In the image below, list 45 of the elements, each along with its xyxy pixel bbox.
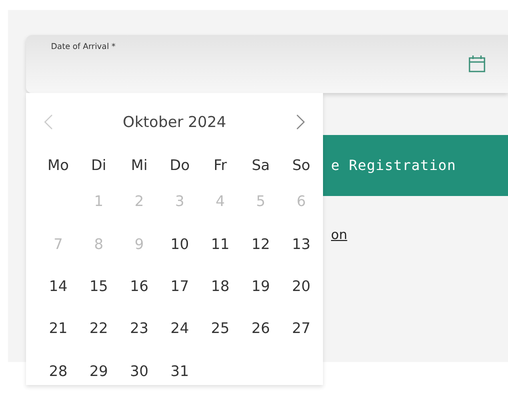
calendar-day: 8 <box>94 223 104 266</box>
date-field[interactable]: Date of Arrival * <box>26 35 508 93</box>
calendar-day[interactable]: 25 <box>211 308 230 351</box>
calendar-day[interactable]: 21 <box>49 308 68 351</box>
next-month-button[interactable] <box>296 114 305 130</box>
calendar-day: 6 <box>296 181 306 224</box>
weekday-label: So <box>292 157 310 176</box>
calendar-day: 2 <box>134 181 144 224</box>
calendar-day[interactable]: 11 <box>211 223 230 266</box>
field-label: Date of Arrival * <box>51 42 116 51</box>
calendar-day[interactable]: 30 <box>130 350 148 393</box>
calendar-day[interactable]: 18 <box>211 266 230 308</box>
registration-button[interactable]: e Registration <box>323 135 508 196</box>
calendar-day[interactable]: 20 <box>292 266 310 308</box>
calendar-day[interactable]: 16 <box>130 266 148 308</box>
calendar-day[interactable]: 15 <box>90 266 108 308</box>
calendar-day[interactable]: 26 <box>252 308 270 351</box>
calendar-day: 5 <box>256 181 266 224</box>
calendar-day: 1 <box>94 181 104 224</box>
calendar-icon[interactable] <box>468 55 486 73</box>
weekday-label: Mo <box>48 157 69 176</box>
calendar-day[interactable]: 19 <box>252 266 270 308</box>
calendar-day[interactable]: 12 <box>252 223 270 266</box>
link[interactable]: on <box>331 228 348 243</box>
calendar-day[interactable]: 24 <box>170 308 189 351</box>
calendar-day[interactable]: 28 <box>49 350 68 393</box>
weekday-label: Sa <box>252 157 270 176</box>
calendar-day: 7 <box>54 223 63 266</box>
calendar-day[interactable]: 31 <box>170 350 189 393</box>
calendar-day: 3 <box>175 181 184 224</box>
calendar-day[interactable]: 13 <box>292 223 310 266</box>
calendar-day[interactable]: 10 <box>170 223 189 266</box>
month-title: Oktober 2024 <box>122 113 226 131</box>
calendar-day[interactable]: 23 <box>130 308 148 351</box>
calendar-day: 9 <box>134 223 144 266</box>
calendar-day[interactable]: 29 <box>90 350 108 393</box>
calendar-day: 4 <box>216 181 225 224</box>
calendar-day[interactable]: 17 <box>170 266 189 308</box>
calendar-day[interactable]: 27 <box>292 308 310 351</box>
weekday-label: Di <box>91 157 106 176</box>
weekday-label: Mi <box>130 157 148 176</box>
calendar-day[interactable]: 22 <box>90 308 108 351</box>
calendar-day[interactable]: 14 <box>49 266 68 308</box>
weekday-label: Fr <box>214 157 227 176</box>
weekday-label: Do <box>170 157 190 176</box>
